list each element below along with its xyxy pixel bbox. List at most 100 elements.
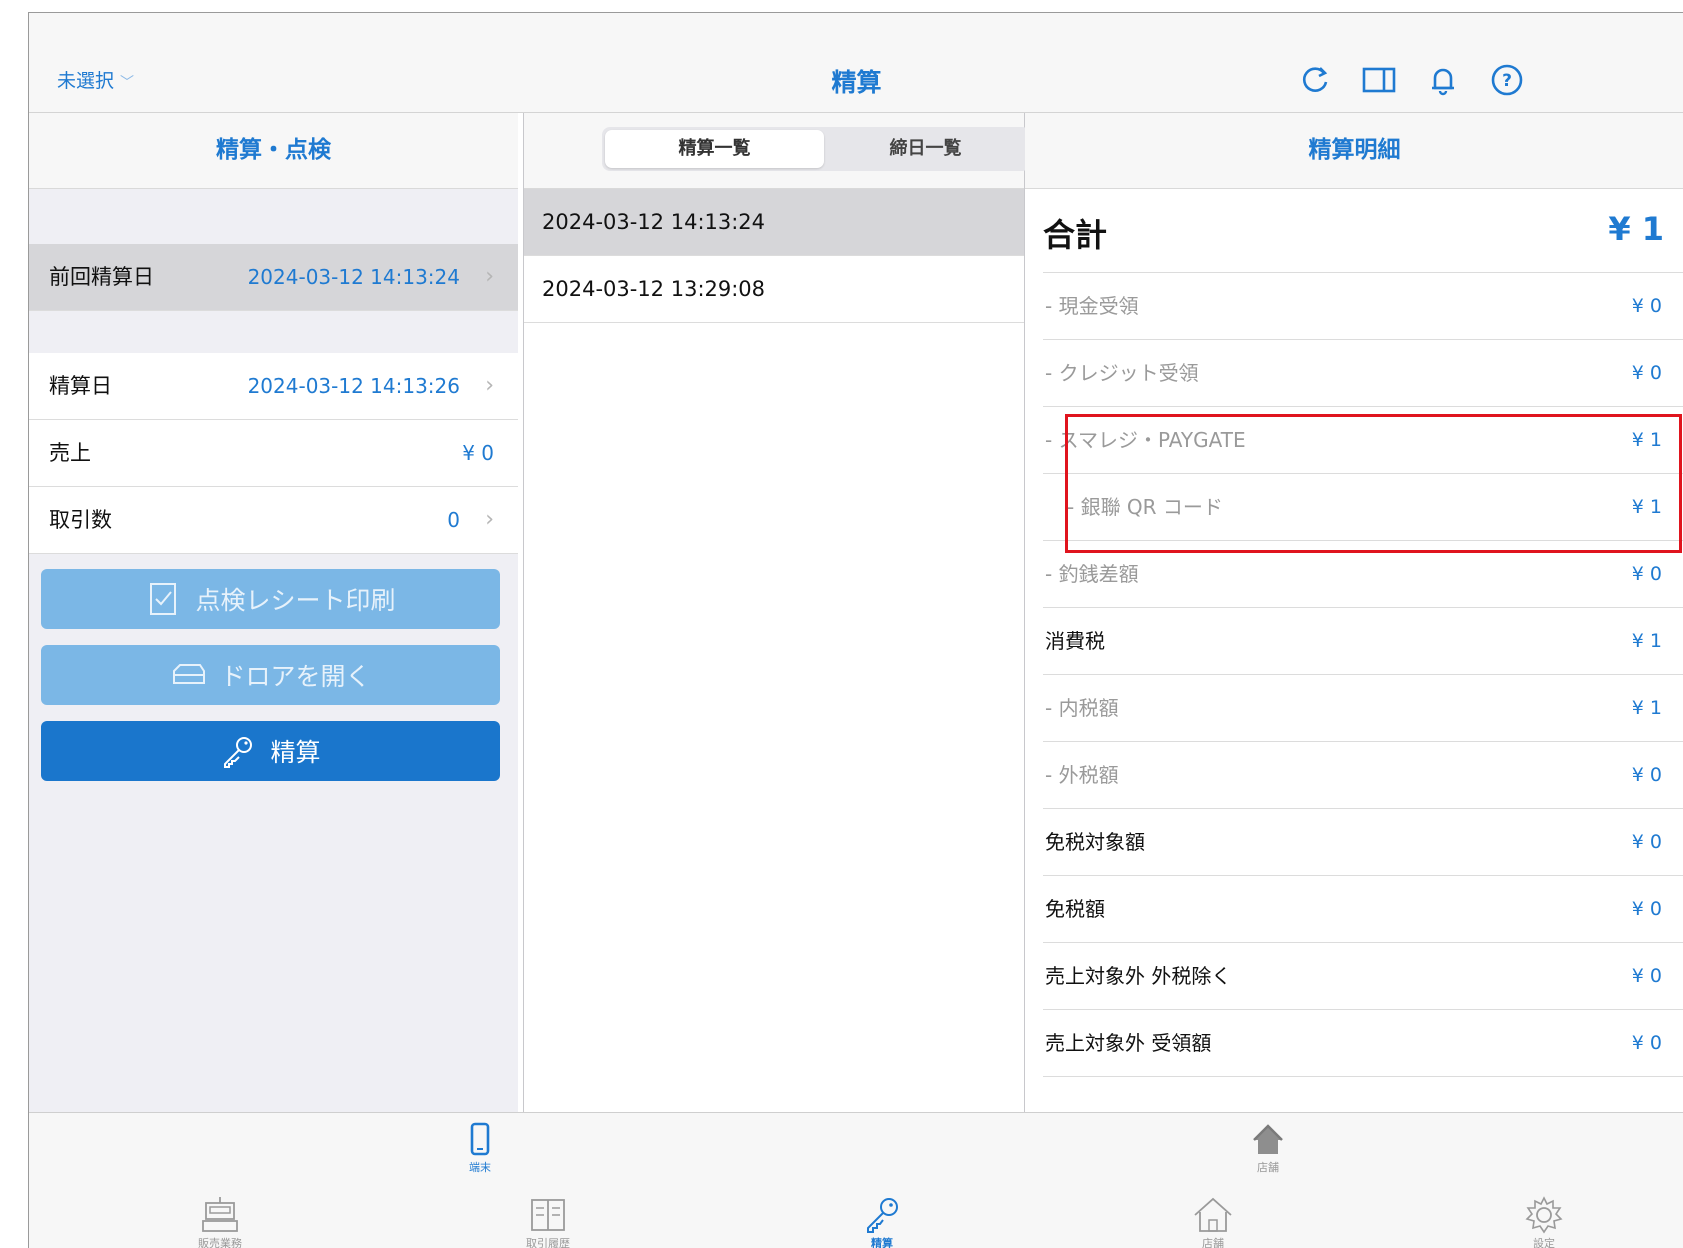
tab-settlement[interactable]: 精算	[837, 1195, 927, 1248]
app-window: 未選択 ﹀ 精算 ? 精算・点検 前回精算日 2024-03-12 14:13:2…	[28, 12, 1683, 1248]
detail-label: - 内税額	[1045, 696, 1119, 720]
previous-settlement-row[interactable]: 前回精算日 2024-03-12 14:13:24 ›	[29, 244, 518, 311]
total-row: 合計 ¥ 1	[1025, 188, 1683, 273]
button-label: ドロアを開く	[220, 662, 371, 691]
detail-value: ¥ 0	[1631, 764, 1662, 786]
help-icon[interactable]: ?	[1489, 62, 1525, 98]
tab-label: 精算	[871, 1237, 893, 1248]
tab-sales[interactable]: 販売業務	[175, 1195, 265, 1248]
sales-row: 売上 ¥ 0	[29, 420, 518, 487]
settlement-check-pane: 精算・点検 前回精算日 2024-03-12 14:13:24 › 精算日 20…	[29, 113, 518, 1112]
chevron-right-icon: ›	[485, 373, 494, 398]
scope-store[interactable]: 店舗	[1228, 1121, 1308, 1175]
detail-label: 売上対象外 外税除く	[1045, 964, 1232, 988]
scope-terminal[interactable]: 端末	[440, 1121, 520, 1175]
detail-row: 売上対象外 受領額 ¥ 0	[1025, 1010, 1683, 1077]
detail-row: 消費税 ¥ 1	[1025, 608, 1683, 675]
detail-label: 免税対象額	[1045, 830, 1145, 854]
total-value: ¥ 1	[1608, 210, 1664, 248]
open-drawer-button[interactable]: ドロアを開く	[41, 645, 500, 705]
detail-row: 免税額 ¥ 0	[1025, 876, 1683, 943]
tab-history[interactable]: 取引履歴	[503, 1195, 593, 1248]
settlement-date-row[interactable]: 精算日 2024-03-12 14:13:26 ›	[29, 353, 518, 420]
list-item-label: 2024-03-12 14:13:24	[542, 210, 766, 234]
detail-label: 売上対象外 受領額	[1045, 1031, 1212, 1055]
key-icon	[224, 737, 253, 768]
detail-row: 売上対象外 外税除く ¥ 0	[1025, 943, 1683, 1010]
receipt-check-icon	[150, 583, 177, 615]
list-item[interactable]: 2024-03-12 13:29:08	[524, 256, 1024, 323]
phone-icon	[470, 1122, 490, 1156]
detail-label: - 現金受領	[1045, 294, 1139, 318]
row-label: 前回精算日	[49, 265, 154, 289]
row-value: 2024-03-12 14:13:26	[247, 374, 460, 398]
scope-label: 端末	[469, 1161, 491, 1174]
detail-value: ¥ 0	[1631, 1032, 1662, 1054]
highlight-box	[1065, 414, 1682, 553]
detail-row: 免税対象額 ¥ 0	[1025, 809, 1683, 876]
scope-bar: 端末 店舗	[29, 1112, 1683, 1190]
bell-icon[interactable]	[1425, 62, 1461, 98]
print-check-receipt-button[interactable]: 点検レシート印刷	[41, 569, 500, 629]
settle-button[interactable]: 精算	[41, 721, 500, 781]
row-value: 0	[447, 508, 460, 532]
row-label: 精算日	[49, 374, 112, 398]
detail-value: ¥ 0	[1631, 898, 1662, 920]
pane-header: 精算一覧 締日一覧	[524, 113, 1030, 189]
tab-settings[interactable]: 設定	[1499, 1195, 1589, 1248]
house-icon	[1253, 1124, 1283, 1154]
gear-icon	[1525, 1196, 1563, 1234]
detail-row: - クレジット受領 ¥ 0	[1025, 340, 1683, 407]
house-icon	[1194, 1197, 1232, 1232]
drawer-icon	[173, 664, 206, 684]
detail-label: 免税額	[1045, 897, 1105, 921]
settlement-list-pane: 精算一覧 締日一覧 2024-03-12 14:13:24 2024-03-12…	[523, 113, 1030, 1112]
tab-label: 店舗	[1202, 1237, 1224, 1248]
detail-value: ¥ 0	[1631, 362, 1662, 384]
detail-row: - 内税額 ¥ 1	[1025, 675, 1683, 742]
split-view-icon[interactable]	[1361, 62, 1397, 98]
row-value: ¥ 0	[462, 441, 494, 465]
tab-label: 販売業務	[198, 1237, 242, 1248]
detail-value: ¥ 0	[1631, 295, 1662, 317]
segmented-control: 精算一覧 締日一覧	[602, 127, 1030, 171]
segment-settlement-list[interactable]: 精算一覧	[605, 130, 824, 168]
row-label: 売上	[49, 441, 91, 465]
total-label: 合計	[1043, 216, 1108, 254]
pane-title: 精算・点検	[216, 137, 331, 163]
list-item[interactable]: 2024-03-12 14:13:24	[524, 189, 1024, 256]
detail-row: - 外税額 ¥ 0	[1025, 742, 1683, 809]
button-label: 精算	[270, 738, 321, 767]
detail-value: ¥ 1	[1631, 697, 1662, 719]
pane-header: 精算明細	[1025, 113, 1683, 189]
tab-label: 取引履歴	[526, 1237, 570, 1248]
button-label: 点検レシート印刷	[195, 586, 396, 615]
scope-label: 店舗	[1257, 1161, 1279, 1174]
register-icon	[202, 1197, 238, 1232]
row-value: 2024-03-12 14:13:24	[247, 265, 460, 289]
key-icon	[867, 1198, 898, 1233]
tab-store[interactable]: 店舗	[1168, 1195, 1258, 1248]
pane-title: 精算明細	[1308, 137, 1401, 163]
detail-value: ¥ 1	[1631, 630, 1662, 652]
svg-text:?: ?	[1502, 71, 1512, 91]
detail-label: - クレジット受領	[1045, 361, 1199, 385]
detail-label: 消費税	[1045, 629, 1105, 653]
refresh-icon[interactable]	[1297, 62, 1333, 98]
chevron-right-icon: ›	[485, 264, 494, 289]
settlement-detail-pane: 精算明細 合計 ¥ 1 - 現金受領 ¥ 0 - クレジット受領 ¥ 0 - ス…	[1025, 113, 1683, 1112]
detail-value: ¥ 0	[1631, 965, 1662, 987]
pane-header: 精算・点検	[29, 113, 518, 189]
row-label: 取引数	[49, 508, 112, 532]
tab-bar: 販売業務 取引履歴 精算 店舗 設定	[29, 1189, 1683, 1248]
chevron-right-icon: ›	[485, 507, 494, 532]
nav-bar: 未選択 ﹀ 精算 ?	[29, 13, 1683, 113]
detail-label: - 外税額	[1045, 763, 1119, 787]
tab-label: 設定	[1533, 1237, 1555, 1248]
ledger-icon	[531, 1199, 565, 1231]
detail-row: - 現金受領 ¥ 0	[1025, 273, 1683, 340]
detail-value: ¥ 0	[1631, 831, 1662, 853]
transaction-count-row[interactable]: 取引数 0 ›	[29, 487, 518, 554]
segment-closing-list[interactable]: 締日一覧	[824, 130, 1027, 168]
list-item-label: 2024-03-12 13:29:08	[542, 277, 766, 301]
